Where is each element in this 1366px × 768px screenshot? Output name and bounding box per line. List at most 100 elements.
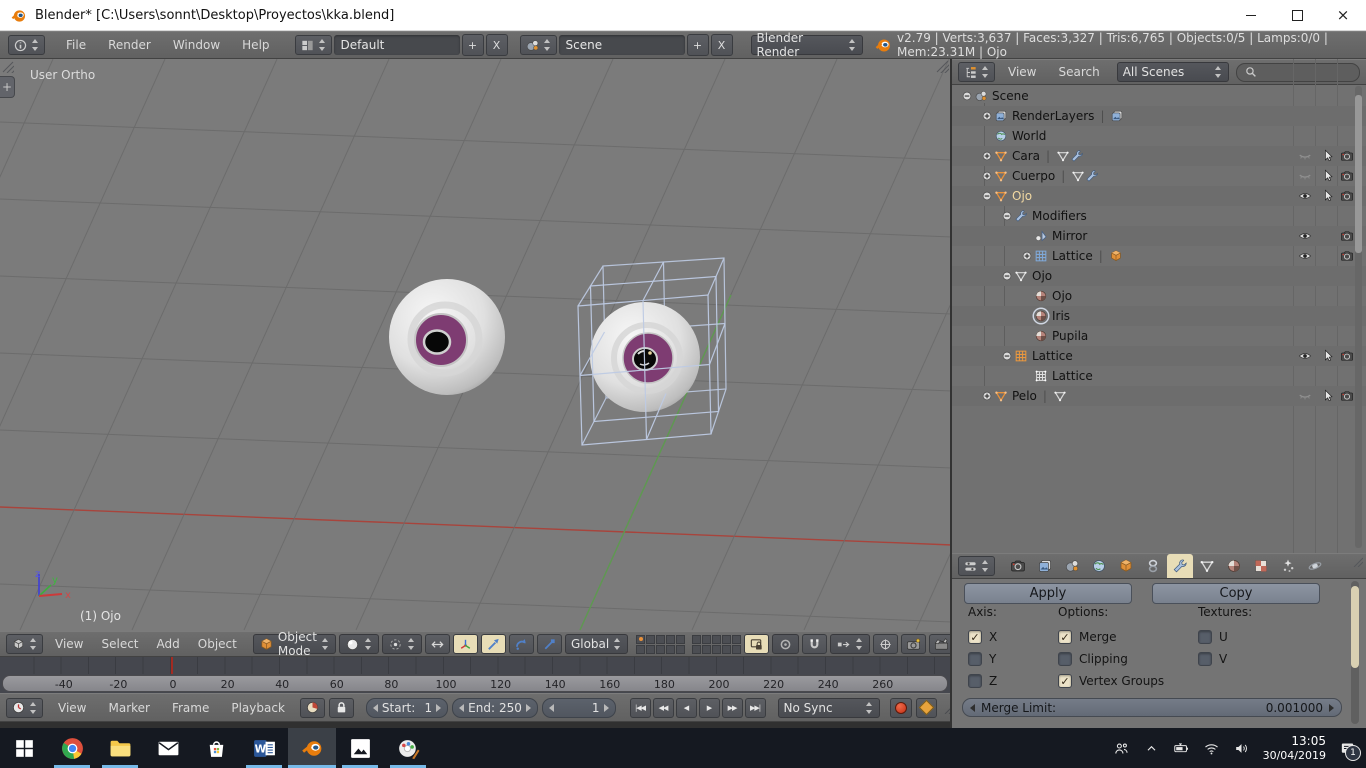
- increment-icon[interactable]: [525, 703, 531, 712]
- editor-type-button[interactable]: [6, 697, 43, 718]
- layer-cell[interactable]: [712, 634, 722, 644]
- tab-world[interactable]: [1086, 554, 1112, 578]
- merge-limit-slider[interactable]: Merge Limit: 0.001000: [962, 698, 1342, 717]
- layer-cell[interactable]: [656, 634, 666, 644]
- search-input[interactable]: [1261, 64, 1352, 80]
- tab-constraints[interactable]: [1140, 554, 1166, 578]
- keying-set-button[interactable]: [915, 697, 937, 718]
- taskbar-explorer-button[interactable]: [96, 728, 144, 768]
- transport-play-reverse-button[interactable]: ◀: [675, 697, 697, 718]
- render-restrict-icon[interactable]: [1340, 169, 1354, 183]
- menu-select[interactable]: Select: [92, 637, 147, 651]
- cursor-select-icon[interactable]: [1321, 169, 1335, 183]
- taskbar-clock[interactable]: 13:05 30/04/2019: [1263, 734, 1326, 763]
- timeline-track[interactable]: [0, 657, 952, 674]
- minimize-button[interactable]: [1228, 0, 1274, 31]
- taskbar-blender-button[interactable]: [288, 728, 336, 768]
- editor-type-button[interactable]: [6, 634, 43, 654]
- tab-render[interactable]: [1005, 554, 1031, 578]
- area-corner-widget[interactable]: [941, 701, 950, 714]
- layers-widget[interactable]: [636, 634, 742, 654]
- tab-object[interactable]: [1113, 554, 1139, 578]
- outliner-row-scene[interactable]: Scene: [952, 86, 1366, 106]
- outliner-row-renderlayers[interactable]: RenderLayers |: [952, 106, 1366, 126]
- menu-render[interactable]: Render: [97, 38, 162, 52]
- snap-target-button[interactable]: [873, 634, 899, 654]
- manipulator-toggle-button[interactable]: [452, 634, 478, 654]
- mode-select[interactable]: Object Mode: [252, 630, 336, 658]
- record-button[interactable]: [889, 697, 912, 718]
- chevron-up-icon[interactable]: [1143, 740, 1160, 757]
- checkbox-u[interactable]: U: [1198, 626, 1252, 648]
- menu-help[interactable]: Help: [231, 38, 280, 52]
- menu-search[interactable]: Search: [1047, 65, 1110, 79]
- cursor-select-icon[interactable]: [1321, 389, 1335, 403]
- eye-open-icon[interactable]: [1298, 249, 1312, 263]
- snap-element-select[interactable]: [830, 634, 871, 654]
- editor-type-button[interactable]: [958, 556, 995, 576]
- decrement-icon[interactable]: [548, 703, 554, 712]
- add-scene-button[interactable]: +: [686, 34, 709, 56]
- 3d-viewport[interactable]: User Ortho + y x z (1) Ojo: [0, 59, 952, 631]
- viewport-shading-select[interactable]: [338, 634, 379, 654]
- outliner-row-pelo[interactable]: Pelo |: [952, 386, 1366, 406]
- current-frame-field[interactable]: 1: [541, 697, 616, 718]
- render-restrict-icon[interactable]: [1340, 249, 1354, 263]
- taskbar-photos-button[interactable]: [336, 728, 384, 768]
- outliner-row-ojo[interactable]: Ojo: [952, 286, 1366, 306]
- close-button[interactable]: ×: [1320, 0, 1366, 31]
- rotate-manipulator-button[interactable]: [508, 634, 534, 654]
- cursor-select-icon[interactable]: [1321, 189, 1335, 203]
- add-layout-button[interactable]: +: [461, 34, 484, 56]
- outliner-row-cuerpo[interactable]: Cuerpo |: [952, 166, 1366, 186]
- tab-physics[interactable]: [1302, 554, 1328, 578]
- outliner-row-pupila[interactable]: Pupila: [952, 326, 1366, 346]
- outliner-row-lattice[interactable]: Lattice: [952, 366, 1366, 386]
- area-corner-widget[interactable]: [1350, 554, 1363, 567]
- layer-cell[interactable]: [676, 634, 686, 644]
- outliner-row-world[interactable]: World: [952, 126, 1366, 146]
- editor-type-button[interactable]: [8, 35, 45, 55]
- cursor-select-icon[interactable]: [1321, 149, 1335, 163]
- scene-name[interactable]: Scene: [558, 35, 685, 55]
- layer-cell[interactable]: [636, 634, 646, 644]
- taskbar-paint3d-button[interactable]: [384, 728, 432, 768]
- layer-cell[interactable]: [702, 634, 712, 644]
- opengl-render-button[interactable]: [901, 634, 927, 654]
- menu-add[interactable]: Add: [148, 637, 189, 651]
- lock-time-button[interactable]: [328, 697, 354, 718]
- taskbar-start-button[interactable]: [0, 728, 48, 768]
- outliner-row-cara[interactable]: Cara |: [952, 146, 1366, 166]
- layer-cell[interactable]: [666, 644, 676, 654]
- preview-range-button[interactable]: [299, 697, 325, 718]
- eye-closed-icon[interactable]: [1298, 169, 1312, 183]
- menu-playback[interactable]: Playback: [220, 701, 296, 715]
- checkbox-vertex-groups[interactable]: ✓ Vertex Groups: [1058, 670, 1164, 692]
- display-scope-select[interactable]: All Scenes: [1116, 62, 1229, 82]
- expand-plus-icon[interactable]: [1020, 250, 1034, 262]
- render-restrict-icon[interactable]: [1340, 189, 1354, 203]
- start-frame-field[interactable]: Start: 1: [365, 697, 449, 718]
- layer-cell[interactable]: [656, 644, 666, 654]
- decrement-icon[interactable]: [372, 703, 378, 712]
- outliner-scrollbar[interactable]: [1355, 86, 1362, 548]
- layer-cell[interactable]: [646, 634, 656, 644]
- expand-minus-icon[interactable]: [980, 190, 994, 202]
- sync-select[interactable]: No Sync: [777, 697, 880, 718]
- checkbox-z[interactable]: Z: [968, 670, 997, 692]
- outliner-row-ojo[interactable]: Ojo: [952, 186, 1366, 206]
- properties-scrollbar[interactable]: [1351, 581, 1359, 724]
- expand-plus-icon[interactable]: [980, 390, 994, 402]
- increment-icon[interactable]: [436, 703, 442, 712]
- translate-manipulator-button[interactable]: [480, 634, 506, 654]
- expand-minus-icon[interactable]: [1000, 210, 1014, 222]
- expand-plus-icon[interactable]: [980, 110, 994, 122]
- outliner-row-modifiers[interactable]: Modifiers: [952, 206, 1366, 226]
- decrement-icon[interactable]: [970, 703, 975, 712]
- outliner-row-mirror[interactable]: Mirror: [952, 226, 1366, 246]
- menu-window[interactable]: Window: [162, 38, 231, 52]
- copy-button[interactable]: Copy: [1152, 583, 1320, 604]
- menu-frame[interactable]: Frame: [161, 701, 220, 715]
- battery-icon[interactable]: [1173, 740, 1190, 757]
- menu-view[interactable]: View: [997, 65, 1047, 79]
